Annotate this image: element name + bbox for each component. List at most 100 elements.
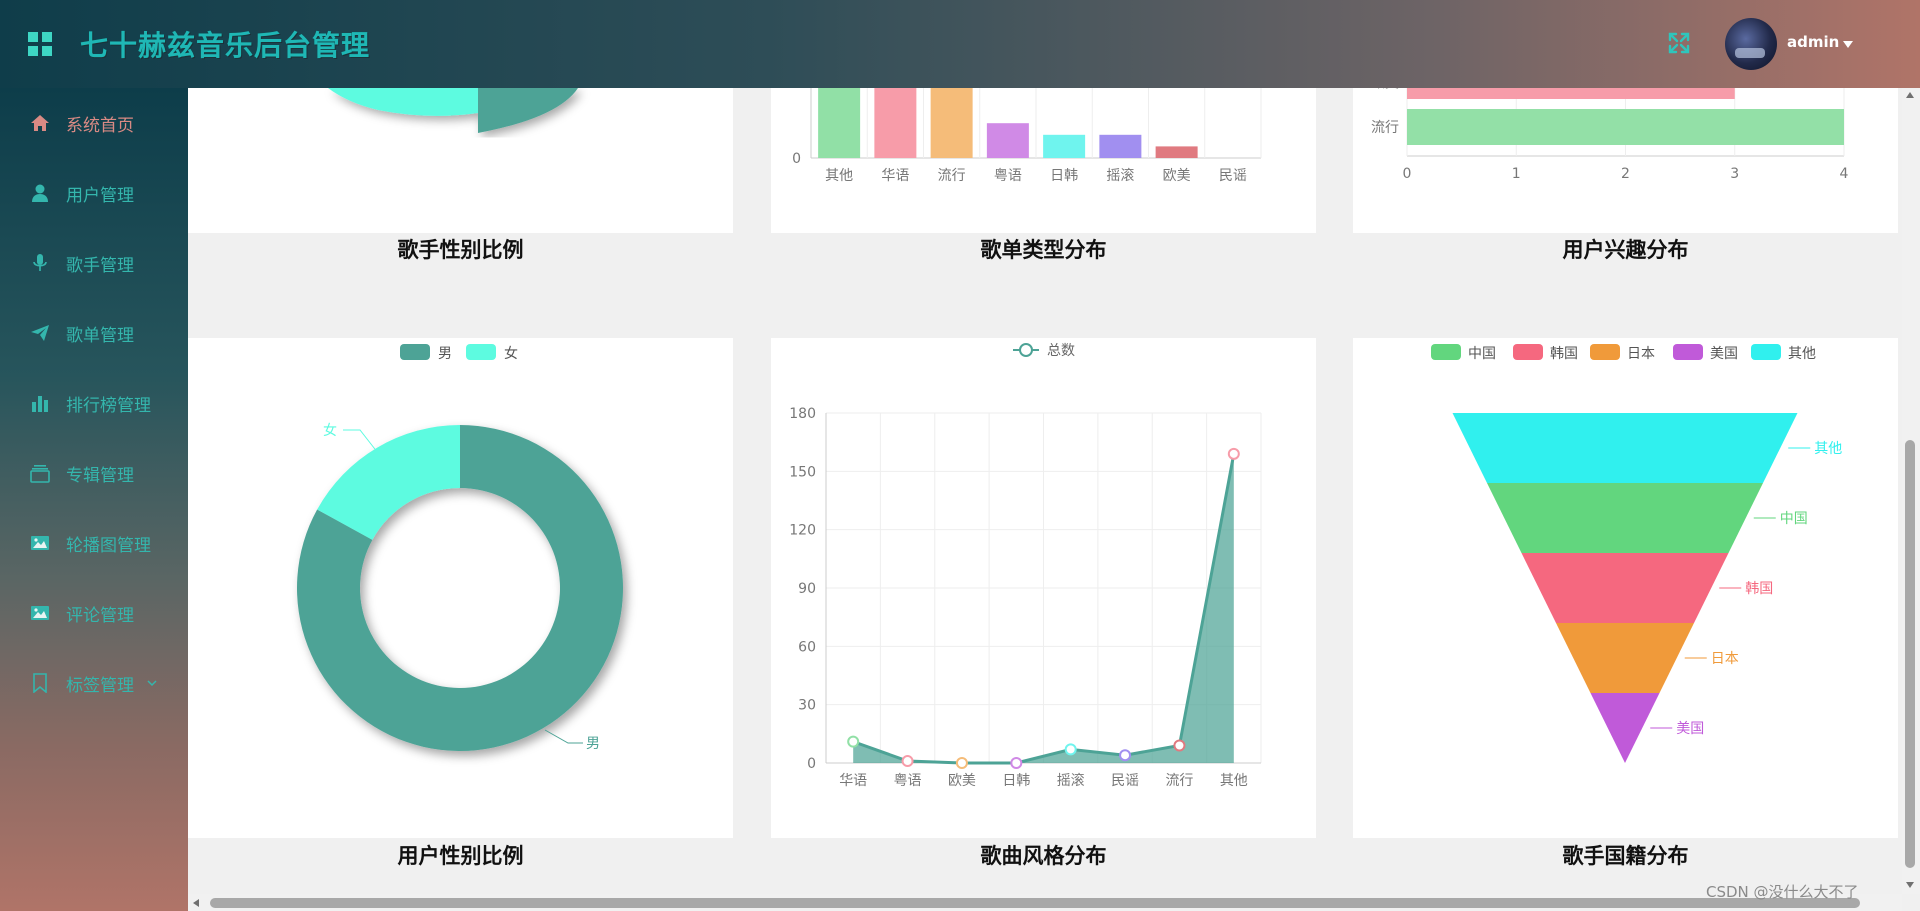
- data-point: [1119, 749, 1132, 762]
- legend-label: 中国: [1468, 346, 1496, 362]
- menu-grid-icon[interactable]: [28, 32, 52, 56]
- singer-gender-chart: [328, 88, 578, 133]
- album-stack-icon: [30, 465, 50, 483]
- legend-swatch: [466, 344, 496, 360]
- microphone-icon: [33, 254, 47, 271]
- caption-song-style: 歌曲风格分布: [980, 844, 1107, 868]
- sidebar-item-label: 排行榜管理: [66, 395, 151, 416]
- sidebar-item-banners[interactable]: 轮播图管理: [0, 508, 188, 578]
- vertical-scrollbar-thumb[interactable]: [1905, 440, 1915, 868]
- x-tick-label: 1: [1512, 166, 1521, 182]
- x-tick-label: 粤语: [994, 168, 1022, 184]
- watermark: CSDN @没什么大不了: [1706, 883, 1859, 901]
- legend-marker: [1019, 343, 1033, 357]
- x-tick-label: 流行: [938, 168, 966, 184]
- legend-label: 美国: [1710, 346, 1738, 362]
- panel-singer-nationality: 中国 韩国 日本 美国 其他 其他 中国 韩国 日本 美国: [1353, 338, 1898, 838]
- caret-down-icon[interactable]: [1843, 41, 1853, 48]
- sidebar-item-label: 标签管理: [66, 675, 134, 696]
- segment-label: 日本: [1711, 651, 1739, 667]
- data-point: [1064, 743, 1077, 756]
- app-title: 七十赫兹音乐后台管理: [80, 29, 371, 62]
- paper-plane-icon: [31, 325, 49, 341]
- y-tick-label: 0: [792, 151, 801, 167]
- segment-label: 其他: [1814, 441, 1842, 457]
- avatar[interactable]: [1725, 18, 1777, 70]
- caption-singer-gender: 歌手性别比例: [397, 238, 524, 262]
- legend-label: 总数: [1047, 343, 1075, 359]
- song-style-chart: 总数 0 30 60 90 120 150 180 华语 粤语 欧美 日韩 摇滚 民谣 流行 其他: [789, 343, 1262, 789]
- legend-label: 日本: [1627, 346, 1655, 362]
- panel-user-interest: 0 1 2 3 4 流行 欧美: [1353, 66, 1898, 233]
- x-tick-label: 其他: [825, 168, 853, 184]
- data-point: [1173, 739, 1186, 752]
- data-point: [901, 755, 914, 768]
- panel-singer-gender: [188, 88, 733, 233]
- scroll-left-arrow-icon[interactable]: [193, 899, 199, 907]
- x-tick-label: 流行: [1165, 773, 1193, 789]
- sidebar-item-singers[interactable]: 歌手管理: [0, 228, 188, 298]
- x-tick-label: 4: [1840, 166, 1849, 182]
- x-tick-label: 摇滚: [1106, 167, 1134, 184]
- chevron-down-icon: [147, 680, 157, 687]
- sidebar-item-playlists[interactable]: 歌单管理: [0, 298, 188, 368]
- data-point: [1227, 447, 1240, 460]
- panel-playlist-type: 0 其他 华语 流行 粤语 日韩 摇滚 欧美 民谣: [771, 76, 1316, 233]
- legend-swatch: [1431, 344, 1461, 360]
- funnel-segment: [1521, 553, 1729, 623]
- sidebar-item-tags[interactable]: 标签管理: [0, 648, 188, 718]
- bar-chart-icon: [32, 396, 48, 412]
- funnel-segment: [1590, 693, 1660, 763]
- slice-label: 女: [323, 422, 337, 439]
- x-tick-label: 欧美: [1163, 168, 1191, 184]
- pie-slice-female: [328, 88, 478, 116]
- x-tick-label: 3: [1730, 166, 1739, 182]
- legend-label: 女: [504, 345, 518, 362]
- y-tick-label: 流行: [1371, 120, 1399, 136]
- x-tick-label: 欧美: [948, 773, 976, 789]
- y-tick-label: 60: [798, 639, 816, 655]
- bar: [1155, 146, 1198, 158]
- bar: [1043, 134, 1086, 158]
- user-icon: [32, 184, 48, 202]
- scroll-up-arrow-icon[interactable]: [1906, 92, 1914, 98]
- top-header: 七十赫兹音乐后台管理 admin: [0, 0, 1920, 88]
- caption-singer-nationality: 歌手国籍分布: [1562, 844, 1689, 868]
- user-interest-chart: 0 1 2 3 4 流行 欧美: [1371, 66, 1849, 182]
- x-tick-label: 日韩: [1002, 773, 1030, 789]
- sidebar-item-albums[interactable]: 专辑管理: [0, 438, 188, 508]
- sidebar-item-home[interactable]: 系统首页: [0, 88, 188, 158]
- legend-label: 男: [438, 346, 452, 362]
- x-tick-label: 华语: [839, 773, 867, 789]
- scroll-down-arrow-icon[interactable]: [1906, 882, 1914, 888]
- x-tick-label: 日韩: [1050, 168, 1078, 184]
- y-tick-label: 30: [798, 698, 816, 714]
- sidebar-item-comments[interactable]: 评论管理: [0, 578, 188, 648]
- sidebar-item-label: 歌手管理: [66, 255, 134, 276]
- fullscreen-icon[interactable]: [1668, 32, 1690, 54]
- funnel-segment: [1556, 623, 1694, 693]
- sidebar: 系统首页 用户管理 歌手管理 歌单管理 排行榜管理 专辑管理 轮播图管理 评论管…: [0, 88, 188, 911]
- username[interactable]: admin: [1787, 33, 1839, 51]
- x-tick-label: 民谣: [1111, 773, 1139, 789]
- data-point: [955, 757, 968, 769]
- x-tick-label: 粤语: [894, 773, 922, 789]
- home-icon: [31, 115, 49, 131]
- sidebar-item-label: 系统首页: [66, 115, 134, 136]
- y-tick-label: 120: [789, 523, 816, 539]
- slice-label: 男: [586, 736, 600, 752]
- x-tick-label: 其他: [1220, 773, 1248, 789]
- horizontal-scrollbar-thumb[interactable]: [210, 898, 1860, 908]
- legend-swatch: [1673, 344, 1703, 360]
- x-tick-label: 摇滚: [1057, 772, 1085, 789]
- y-tick-label: 90: [798, 581, 816, 597]
- y-tick-label: 0: [807, 756, 816, 772]
- sidebar-item-users[interactable]: 用户管理: [0, 158, 188, 228]
- legend-label: 韩国: [1550, 346, 1578, 362]
- bar: [1407, 66, 1735, 99]
- sidebar-item-label: 专辑管理: [66, 465, 134, 486]
- sidebar-item-rankings[interactable]: 排行榜管理: [0, 368, 188, 438]
- funnel-segment: [1452, 413, 1798, 483]
- y-tick-label: 150: [789, 464, 816, 480]
- bar: [986, 123, 1029, 158]
